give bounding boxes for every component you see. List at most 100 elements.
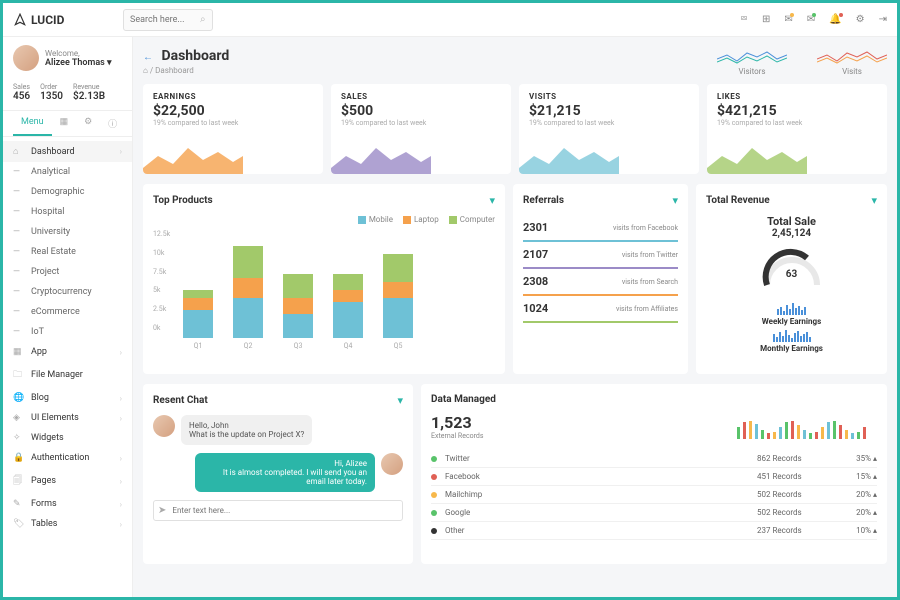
sidebar-item-iot[interactable]: —IoT <box>3 322 132 342</box>
revenue-card: Total Revenue▾ Total Sale 2,45,124 63 We… <box>696 184 887 374</box>
chat-icon[interactable]: ✉ <box>784 14 792 25</box>
dash-icon: — <box>13 247 23 257</box>
stat-revenue: Revenue$2.13B <box>73 83 105 102</box>
page-header: ← Dashboard ⌂ / Dashboard Visitors Visits <box>143 47 887 76</box>
puzzle-icon: ✧ <box>13 433 23 443</box>
stat-order: Order1350 <box>40 83 63 102</box>
spark-visits: Visits <box>817 47 887 76</box>
sidebar-item-analytical[interactable]: —Analytical <box>3 162 132 182</box>
bar-Q5: Q5 <box>383 254 413 350</box>
total-sale-value: 2,45,124 <box>706 228 877 239</box>
sidebar-item-file-manager[interactable]: 🗀File Manager <box>3 362 132 388</box>
card-menu-icon[interactable]: ▾ <box>672 194 678 207</box>
sidebar-item-university[interactable]: —University <box>3 222 132 242</box>
sidebar-item-ecommerce[interactable]: —eCommerce <box>3 302 132 322</box>
sidebar-item-dashboard[interactable]: ⌂Dashboard› <box>3 141 132 162</box>
total-sale-label: Total Sale <box>706 215 877 228</box>
sidebar-item-tables[interactable]: 🏷Tables› <box>3 514 132 534</box>
topbar: LUCID ⌕ ⮹ ⊞ ✉ ✉ 🔔 ⚙ ⇥ <box>3 3 897 37</box>
search-input[interactable] <box>130 15 200 25</box>
sidebar-item-real-estate[interactable]: —Real Estate <box>3 242 132 262</box>
avatar <box>13 45 39 71</box>
table-row: Google502 Records20% ▴ <box>431 504 877 522</box>
dm-sparkline <box>737 413 877 443</box>
dash-icon: — <box>13 227 23 237</box>
sidebar-item-cryptocurrency[interactable]: —Cryptocurrency <box>3 282 132 302</box>
sidebar-tabs: Menu ▦ ⚙ ⓘ <box>3 111 132 137</box>
sidebar-item-ui-elements[interactable]: ◈UI Elements› <box>3 408 132 428</box>
table-row: Other237 Records10% ▴ <box>431 522 877 540</box>
header-sparklines: Visitors Visits <box>717 47 887 76</box>
breadcrumb: ⌂ / Dashboard <box>143 66 229 75</box>
grid-icon: ▦ <box>13 347 23 357</box>
avatar <box>153 415 175 437</box>
tab-menu[interactable]: Menu <box>13 111 52 136</box>
send-icon[interactable]: ➤ <box>158 505 166 516</box>
bell-icon[interactable]: 🔔 <box>829 14 841 25</box>
diamond-icon: ◈ <box>13 413 23 423</box>
chat-input[interactable] <box>172 506 398 515</box>
kpi-row: EARNINGS$22,50019% compared to last week… <box>143 84 887 174</box>
home-icon[interactable]: ⌂ <box>143 66 148 75</box>
referral-item: 2308visits from Search <box>523 269 678 296</box>
sidebar-item-demographic[interactable]: —Demographic <box>3 182 132 202</box>
mail-icon[interactable]: ✉ <box>807 14 815 25</box>
tab-2[interactable]: ▦ <box>52 111 77 136</box>
calendar-icon[interactable]: ⊞ <box>762 14 770 25</box>
card-menu-icon[interactable]: ▾ <box>489 194 495 207</box>
dash-icon: — <box>13 267 23 277</box>
legend-laptop: Laptop <box>403 215 439 224</box>
stat-sales: Sales456 <box>13 83 30 102</box>
sidebar-item-forms[interactable]: ✎Forms› <box>3 494 132 514</box>
logo-icon <box>13 13 27 27</box>
chat-message: Hi, AlizeeIt is almost completed. I will… <box>153 453 403 492</box>
kpi-earnings: EARNINGS$22,50019% compared to last week <box>143 84 323 174</box>
chevron-right-icon: › <box>120 477 122 486</box>
revenue-title: Total Revenue <box>706 195 770 206</box>
sidebar-item-project[interactable]: —Project <box>3 262 132 282</box>
search-icon[interactable]: ⌕ <box>200 14 206 25</box>
card-menu-icon[interactable]: ▾ <box>871 194 877 207</box>
gauge: 63 <box>757 245 827 295</box>
tag-icon: 🏷 <box>13 519 23 529</box>
chevron-right-icon: › <box>120 147 122 156</box>
data-managed-card: Data Managed 1,523 External Records Twit… <box>421 384 887 564</box>
logout-icon[interactable]: ⇥ <box>879 14 887 25</box>
referrals-title: Referrals <box>523 195 564 206</box>
sidebar-item-blog[interactable]: 🌐Blog› <box>3 388 132 408</box>
welcome-text: Welcome, <box>45 49 112 58</box>
bar-Q4: Q4 <box>333 274 363 350</box>
brand-logo[interactable]: LUCID <box>13 13 113 27</box>
table-row: Twitter862 Records35% ▴ <box>431 450 877 468</box>
sidebar-item-app[interactable]: ▦App› <box>3 342 132 362</box>
sidebar-item-authentication[interactable]: 🔒Authentication› <box>3 448 132 468</box>
referral-item: 2301visits from Facebook <box>523 215 678 242</box>
bar-Q2: Q2 <box>233 246 263 350</box>
card-menu-icon[interactable]: ▾ <box>397 394 403 407</box>
search-box[interactable]: ⌕ <box>123 9 213 31</box>
sidebar-item-pages[interactable]: 🗐Pages› <box>3 468 132 494</box>
dm-title: Data Managed <box>431 394 496 405</box>
tab-4[interactable]: ⓘ <box>100 111 125 136</box>
files-icon: 🗐 <box>13 473 23 489</box>
profile-block[interactable]: Welcome, Alizee Thomas ▾ <box>3 37 132 79</box>
bar-Q3: Q3 <box>283 274 313 350</box>
nav-list: ⌂Dashboard›—Analytical—Demographic—Hospi… <box>3 137 132 538</box>
page-title: Dashboard <box>161 48 229 64</box>
dash-icon: — <box>13 307 23 317</box>
sidebar-item-widgets[interactable]: ✧Widgets <box>3 428 132 448</box>
settings-icon[interactable]: ⚙ <box>856 14 865 25</box>
sidebar-item-hospital[interactable]: —Hospital <box>3 202 132 222</box>
chevron-right-icon: › <box>120 394 122 403</box>
top-products-title: Top Products <box>153 195 213 206</box>
tab-3[interactable]: ⚙ <box>76 111 100 136</box>
profile-name[interactable]: Alizee Thomas ▾ <box>45 58 112 68</box>
dash-icon: — <box>13 327 23 337</box>
status-dot <box>431 510 437 516</box>
monthly-label: Monthly Earnings <box>706 344 877 353</box>
table-row: Facebook451 Records15% ▴ <box>431 468 877 486</box>
folder-icon[interactable]: ⮹ <box>740 14 748 25</box>
spark-visitors: Visitors <box>717 47 787 76</box>
dash-icon: — <box>13 207 23 217</box>
back-arrow-icon[interactable]: ← <box>143 52 153 63</box>
